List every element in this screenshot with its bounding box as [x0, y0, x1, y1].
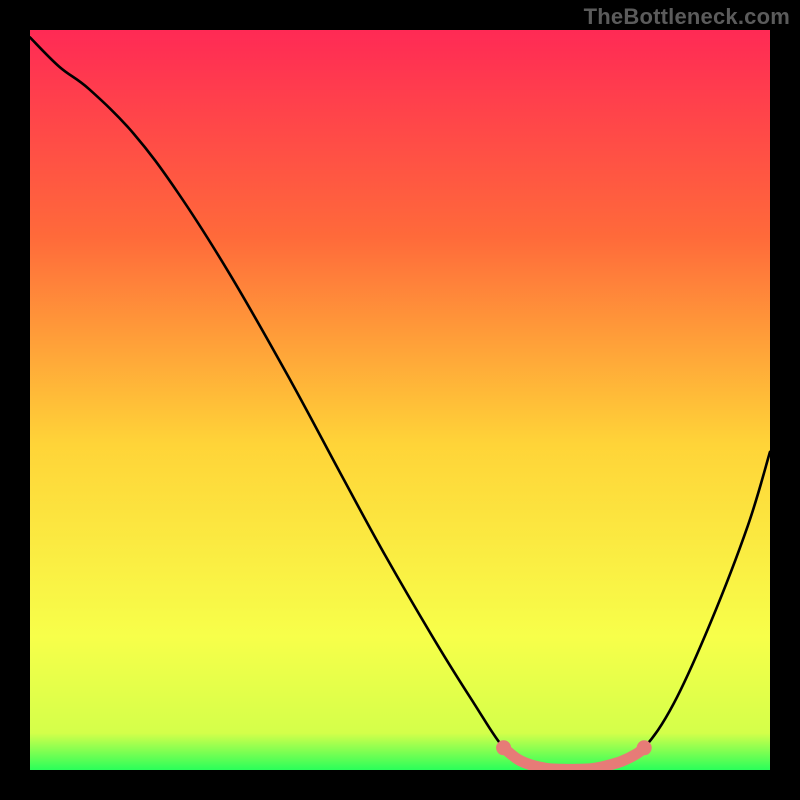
- chart-frame: TheBottleneck.com: [0, 0, 800, 800]
- watermark-text: TheBottleneck.com: [584, 4, 790, 30]
- bottleneck-chart: [30, 30, 770, 770]
- range-marker-dot: [496, 740, 511, 755]
- range-marker-dot: [637, 740, 652, 755]
